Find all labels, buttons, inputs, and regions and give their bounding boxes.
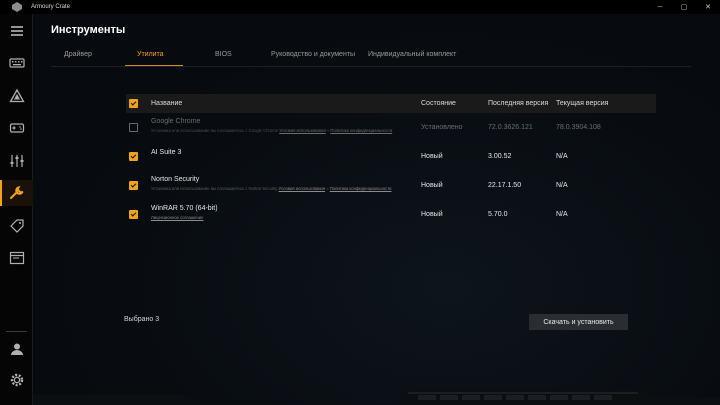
selected-count: Выбрано 3 — [124, 316, 160, 323]
table-row: Norton Security Установка или использова… — [126, 171, 656, 200]
license-link[interactable]: Лицензионное соглашение — [151, 215, 203, 220]
tag-icon[interactable] — [0, 213, 33, 239]
link-separator: » — [326, 128, 330, 133]
keyboard-icon[interactable] — [0, 50, 33, 76]
tab-driver[interactable]: Драйвер — [64, 51, 92, 58]
active-tab-indicator — [125, 65, 183, 66]
tab-bar: Драйвер Утилита BIOS Руководство и докум… — [33, 50, 720, 66]
privacy-link[interactable]: Политика конфиденциальности — [330, 186, 392, 191]
header-latest-version: Последняя версия — [488, 100, 549, 107]
app-name: WinRAR 5.70 (64-bit) — [151, 205, 218, 212]
row-current-version: N/A — [556, 182, 568, 189]
app-name: AI Suite 3 — [151, 149, 182, 156]
aura-triangle-icon[interactable] — [0, 83, 33, 109]
bottom-decoration — [33, 389, 720, 405]
tab-custom-kit[interactable]: Индивидуальный комплект — [368, 51, 456, 58]
header-name: Название — [151, 100, 183, 107]
table-header: Название Состояние Последняя версия Теку… — [126, 94, 656, 113]
table-row: WinRAR 5.70 (64-bit) Лицензионное соглаш… — [126, 200, 656, 229]
window-icon[interactable] — [0, 245, 33, 271]
row-status: Установлено — [421, 124, 463, 131]
link-separator: » — [326, 186, 329, 191]
privacy-link[interactable]: Политика конфиденциальности — [330, 128, 392, 133]
app-note: Установка или использование вы соглашает… — [151, 186, 392, 191]
app-title: Armoury Crate — [31, 4, 71, 10]
table-row: Google Chrome Установка или использовани… — [126, 113, 656, 142]
tab-manuals[interactable]: Руководство и документы — [271, 51, 355, 58]
app-note: Установка или использование вы соглашает… — [151, 128, 392, 133]
tab-bios[interactable]: BIOS — [215, 51, 232, 58]
row-status: Новый — [421, 182, 443, 189]
row-latest-version: 5.70.0 — [488, 211, 508, 218]
terms-link[interactable]: Условия использования — [279, 186, 325, 191]
row-latest-version: 3.00.52 — [488, 153, 512, 160]
row-checkbox[interactable] — [129, 210, 138, 219]
minimize-button[interactable]: ─ — [648, 0, 672, 14]
gamepad-icon[interactable] — [0, 115, 33, 141]
app-name: Google Chrome — [151, 118, 201, 125]
header-current-version: Текущая версия — [556, 100, 609, 107]
window-controls: ─ ▢ ✕ — [648, 0, 720, 14]
sliders-icon[interactable] — [0, 148, 33, 174]
table-row: AI Suite 3 Новый 3.00.52 N/A — [126, 142, 656, 171]
row-checkbox[interactable] — [129, 152, 138, 161]
note-text: Установка или использование вы соглашает… — [151, 186, 278, 191]
close-button[interactable]: ✕ — [696, 0, 720, 14]
row-checkbox[interactable] — [129, 123, 138, 132]
row-status: Новый — [421, 211, 443, 218]
row-checkbox[interactable] — [129, 181, 138, 190]
note-text: Установка или использование вы соглашает… — [151, 128, 279, 133]
row-current-version: N/A — [556, 153, 568, 160]
gear-icon[interactable] — [0, 367, 33, 393]
row-latest-version: 72.0.3626.121 — [488, 124, 533, 131]
main-content: Инструменты Драйвер Утилита BIOS Руковод… — [33, 14, 720, 405]
tab-baseline — [51, 66, 691, 67]
app-logo-icon — [12, 2, 22, 12]
row-current-version: N/A — [556, 211, 568, 218]
utility-table: Название Состояние Последняя версия Теку… — [126, 94, 656, 229]
sidebar-divider — [6, 331, 27, 332]
user-icon[interactable] — [0, 336, 33, 362]
page-title: Инструменты — [51, 24, 126, 36]
wrench-icon[interactable] — [0, 180, 33, 206]
app-name: Norton Security — [151, 176, 200, 183]
select-all-checkbox[interactable] — [129, 99, 138, 108]
maximize-button[interactable]: ▢ — [672, 0, 696, 14]
tab-utility[interactable]: Утилита — [137, 51, 164, 58]
sidebar — [0, 14, 33, 405]
menu-icon[interactable] — [0, 18, 33, 44]
row-current-version: 78.0.3904.108 — [556, 124, 601, 131]
row-status: Новый — [421, 153, 443, 160]
download-install-button[interactable]: Скачать и установить — [529, 314, 628, 330]
app-note: Лицензионное соглашение — [151, 215, 203, 220]
header-status: Состояние — [421, 100, 456, 107]
terms-link[interactable]: Условия использования — [279, 128, 325, 133]
row-latest-version: 22.17.1.50 — [488, 182, 522, 189]
title-bar: Armoury Crate ─ ▢ ✕ — [0, 0, 720, 14]
